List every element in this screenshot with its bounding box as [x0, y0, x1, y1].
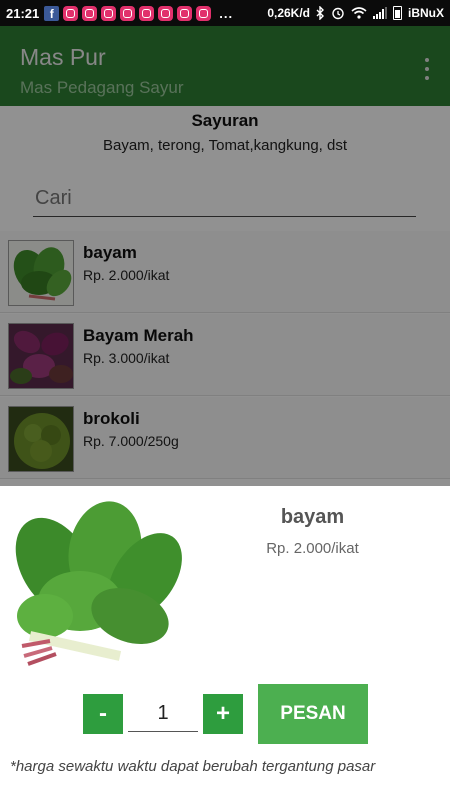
quantity-field[interactable] [128, 696, 198, 732]
instagram-icon [196, 5, 212, 21]
price-disclaimer: *harga sewaktu waktu dapat berubah terga… [10, 758, 376, 775]
signal-icon [373, 7, 387, 19]
instagram-icon [82, 5, 98, 21]
notification-icons: f ... [44, 5, 234, 21]
instagram-icon [101, 5, 117, 21]
order-button[interactable]: PESAN [258, 684, 368, 744]
status-bar: 21:21 f ... 0,26K/d iBNuX [0, 0, 450, 26]
order-bottom-sheet: bayam Rp. 2.000/ikat - + PESAN *harga se… [0, 486, 450, 800]
instagram-icon [139, 5, 155, 21]
instagram-icon [158, 5, 174, 21]
more-notifications-icon: ... [219, 5, 234, 21]
product-name: bayam [280, 506, 345, 528]
wifi-icon [351, 7, 367, 19]
increase-quantity-button[interactable]: + [203, 694, 243, 734]
instagram-icon [177, 5, 193, 21]
instagram-icon [120, 5, 136, 21]
facebook-icon: f [44, 5, 60, 21]
alarm-icon [332, 7, 344, 20]
decrease-quantity-button[interactable]: - [83, 694, 123, 734]
instagram-icon [63, 5, 79, 21]
status-time: 21:21 [6, 5, 40, 21]
carrier-name: iBNuX [408, 6, 444, 20]
product-image [10, 496, 185, 672]
status-right: 0,26K/d iBNuX [267, 6, 444, 20]
net-speed: 0,26K/d [267, 6, 310, 20]
dialog-scrim[interactable] [0, 26, 450, 486]
bluetooth-icon [316, 6, 324, 20]
product-price: Rp. 2.000/ikat [266, 540, 359, 557]
battery-icon [393, 6, 402, 20]
